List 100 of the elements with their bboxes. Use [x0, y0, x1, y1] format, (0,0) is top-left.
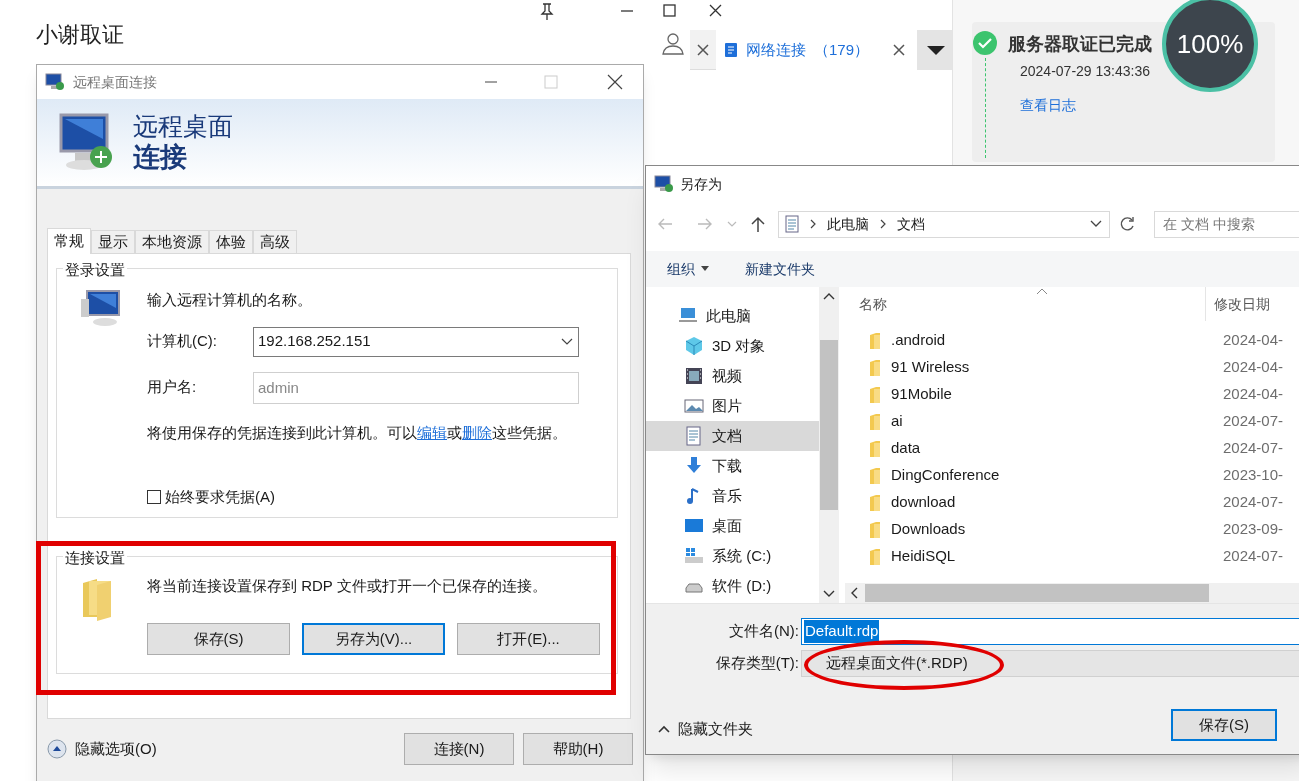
chevron-right-icon: [809, 218, 817, 230]
view-log-link[interactable]: 查看日志: [1020, 95, 1076, 116]
file-name: 91Mobile: [890, 384, 953, 405]
maximize-icon: [541, 72, 561, 92]
checkbox[interactable]: [147, 490, 161, 505]
search-field[interactable]: 在 文档 中搜索: [1154, 210, 1299, 238]
forward-icon: [696, 216, 714, 232]
credential-note: 将使用保存的凭据连接到此计算机。可以编辑或删除这些凭据。: [147, 422, 568, 443]
file-date: 2024-07-: [1222, 438, 1284, 459]
task-time: 2024-07-29 13:43:36: [1020, 62, 1150, 81]
file-date: 2024-07-: [1222, 411, 1284, 432]
window-title: 远程桌面连接: [73, 72, 157, 92]
file-row[interactable]: HeidiSQL 2024-07-: [845, 543, 1299, 570]
file-row[interactable]: 91Mobile 2024-04-: [845, 381, 1299, 408]
monitor-icon: [654, 175, 674, 193]
image-icon: [684, 396, 704, 416]
window-title: 另存为: [680, 174, 722, 194]
checkbox-label: 始终要求凭据(A): [165, 487, 275, 507]
file-row[interactable]: download 2024-07-: [845, 489, 1299, 516]
scrollbar-thumb[interactable]: [865, 584, 1209, 602]
cube-icon: [684, 336, 704, 356]
minimize-icon: [485, 81, 497, 83]
nav-item[interactable]: 软件 (D:): [646, 571, 819, 601]
tab[interactable]: 网络连接 （179）: [716, 30, 918, 70]
nav-item[interactable]: 此电脑: [646, 301, 819, 331]
chevron-up-icon: [823, 291, 835, 301]
file-date: 2023-10-: [1222, 465, 1284, 486]
folder-icon: [869, 547, 881, 566]
column-header[interactable]: 修改日期: [1205, 287, 1270, 321]
minimize-icon: [621, 10, 633, 12]
link[interactable]: 删除: [462, 423, 492, 441]
filename-field[interactable]: Default.rdp: [801, 618, 1299, 645]
file-name: ai: [890, 411, 904, 432]
nav-item[interactable]: 下载: [646, 451, 819, 481]
folder-icon: [869, 439, 881, 458]
new-folder-button[interactable]: 新建文件夹: [745, 258, 815, 280]
file-row[interactable]: 91 Wireless 2024-04-: [845, 354, 1299, 381]
chevron-down-icon: [1089, 219, 1103, 229]
computer-combo[interactable]: 192.168.252.151: [253, 326, 579, 357]
file-date: 2023-09-: [1222, 519, 1284, 540]
nav-item[interactable]: 3D 对象: [646, 331, 819, 361]
file-name: Downloads: [890, 519, 967, 540]
field-label: 用户名:: [147, 377, 198, 398]
monitor-icon: [45, 73, 65, 91]
user-icon: [660, 30, 686, 56]
nav-item[interactable]: 桌面: [646, 511, 819, 541]
file-name: download: [890, 492, 957, 513]
connection-note: 将当前连接设置保存到 RDP 文件或打开一个已保存的连接。: [147, 576, 547, 596]
button[interactable]: 打开(E)...: [457, 623, 600, 655]
file-row[interactable]: data 2024-07-: [845, 435, 1299, 462]
film-icon: [684, 366, 704, 386]
button[interactable]: 帮助(H): [523, 733, 633, 765]
tab[interactable]: 显示: [91, 230, 135, 253]
up-icon: [750, 215, 766, 233]
file-row[interactable]: ai 2024-07-: [845, 408, 1299, 435]
button[interactable]: 保存(S): [147, 623, 290, 655]
button[interactable]: 另存为(V)...: [302, 623, 445, 655]
nav-item[interactable]: 音乐: [646, 481, 819, 511]
file-type-dropdown[interactable]: 远程桌面文件(*.RDP): [801, 650, 1299, 677]
file-date: 2024-07-: [1222, 492, 1284, 513]
tab[interactable]: 高级: [253, 230, 297, 253]
folder-icon: [869, 385, 881, 404]
organize-menu[interactable]: 组织: [667, 258, 709, 280]
file-row[interactable]: DingConference 2023-10-: [845, 462, 1299, 489]
hide-folders-toggle[interactable]: 隐藏文件夹: [658, 718, 753, 741]
nav-item[interactable]: 视频: [646, 361, 819, 391]
file-date: 2024-04-: [1222, 384, 1284, 405]
chevron-right-icon: [879, 218, 887, 230]
file-name: DingConference: [890, 465, 1001, 486]
button[interactable]: 连接(N): [404, 733, 514, 765]
file-name: .android: [890, 330, 947, 351]
file-row[interactable]: .android 2024-04-: [845, 327, 1299, 354]
tab[interactable]: 本地资源: [135, 230, 209, 253]
username-field[interactable]: admin: [253, 371, 579, 404]
caret-icon: [701, 266, 709, 272]
file-name: HeidiSQL: [890, 546, 957, 567]
tab[interactable]: 常规: [47, 228, 91, 254]
field-label: 计算机(C):: [147, 331, 218, 352]
nav-item[interactable]: 图片: [646, 391, 819, 421]
tab[interactable]: 体验: [209, 230, 253, 253]
back-icon: [656, 216, 674, 232]
folder-icon: [869, 520, 881, 539]
file-name: 91 Wireless: [890, 357, 971, 378]
prompt-text: 输入远程计算机的名称。: [147, 290, 313, 310]
scrollbar-thumb[interactable]: [820, 340, 838, 510]
options-toggle[interactable]: 隐藏选项(O): [47, 737, 157, 761]
file-date: 2024-04-: [1222, 357, 1284, 378]
save-button[interactable]: 保存(S): [1171, 709, 1277, 741]
banner-subtitle: 连接: [133, 141, 188, 174]
link[interactable]: 编辑: [417, 423, 447, 441]
breadcrumb-item[interactable]: 文档: [897, 213, 925, 235]
nav-item[interactable]: 系统 (C:): [646, 541, 819, 571]
file-date: 2024-04-: [1222, 330, 1284, 351]
breadcrumb-item[interactable]: 此电脑: [827, 213, 869, 235]
app-title: 小谢取证: [36, 21, 124, 49]
nav-item[interactable]: 文档: [646, 421, 819, 451]
address-bar[interactable]: 此电脑 文档: [778, 210, 1110, 238]
document-icon: [684, 426, 704, 446]
file-row[interactable]: Downloads 2023-09-: [845, 516, 1299, 543]
column-header[interactable]: 名称: [845, 293, 1205, 315]
